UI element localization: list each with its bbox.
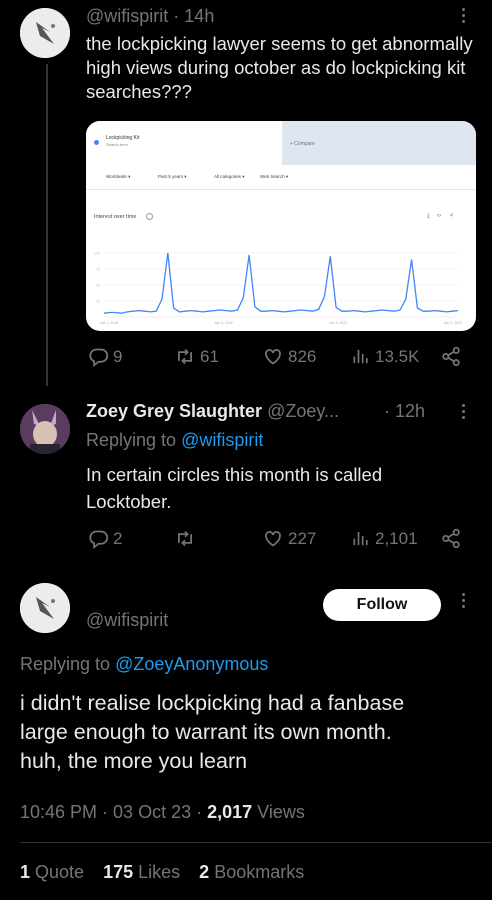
avatar-zoey[interactable] <box>20 404 70 454</box>
tweet2-views-button[interactable]: 2,101 <box>351 528 418 549</box>
avatar-image <box>20 583 70 633</box>
reply-icon <box>89 348 109 367</box>
tweet3-divider <box>20 842 492 843</box>
tweet2-text: In certain circles this month is called … <box>86 461 382 515</box>
avatar-wifispirit[interactable] <box>20 8 70 58</box>
tweet1-actions: 9 61 826 13.5K <box>0 346 492 372</box>
tweet2-text-line2: Locktober. <box>86 491 172 512</box>
tweet2-retweet-button[interactable] <box>174 528 200 549</box>
tweet3-text-line3: huh, the more you learn <box>20 749 248 773</box>
likes-stat[interactable]: 175 Likes <box>103 862 180 882</box>
quotes-label: Quote <box>30 862 85 882</box>
tweet1-share-button[interactable] <box>440 346 466 367</box>
trend-chart: 100 75 50 25 Oct 1, 2018 Apr 5, 2020 Oct 9, 20… <box>94 252 462 326</box>
tweet1-time[interactable]: · 14h <box>173 6 214 26</box>
tweet2-actions: 2 227 2,101 <box>0 528 492 554</box>
tweet2-like-button[interactable]: 227 <box>262 528 316 549</box>
tweet3-more-icon[interactable] <box>462 593 466 611</box>
tweet3-replying: Replying to @ZoeyAnonymous <box>20 654 268 675</box>
tweet3-text-line2: large enough to warrant its own month. <box>20 720 392 744</box>
share-nodes-icon <box>442 346 460 367</box>
avatar-image <box>20 8 70 58</box>
tweet3-views-count: 2,017 <box>207 802 253 822</box>
tweet2-views-count: 2,101 <box>375 528 418 548</box>
tweet3-replying-to[interactable]: @ZoeyAnonymous <box>115 654 268 674</box>
likes-label: Likes <box>133 862 181 882</box>
tweet1-trends-image[interactable]: Lockpicking Kit Search term + Compare Wo… <box>86 121 476 331</box>
tweet3-timestamp-row: 10:46 PM · 03 Oct 23 · 2,017 Views <box>20 802 305 823</box>
avatar-wifispirit-main[interactable] <box>20 583 70 633</box>
bookmarks-stat[interactable]: 2 Bookmarks <box>199 862 304 882</box>
tweet1-like-button[interactable]: 826 <box>262 346 316 367</box>
thread-line <box>46 64 48 386</box>
tweet2-more-icon[interactable] <box>462 404 466 422</box>
tweet1-handle[interactable]: @wifispirit <box>86 6 168 26</box>
y-tick-label: 25 <box>96 300 100 304</box>
x-tick-label: Apr 5, 2020 <box>215 321 233 325</box>
tweet2-display-name[interactable]: Zoey Grey Slaughter <box>86 401 262 421</box>
tweet3-handle[interactable]: @wifispirit <box>86 610 168 631</box>
x-tick-label: Oct 9, 2021 <box>329 321 347 325</box>
heart-icon <box>265 349 281 365</box>
tweet2-replying: Replying to @wifispirit <box>86 430 263 451</box>
series-line-lockpicking-kit <box>103 252 459 314</box>
tweet2-like-count: 227 <box>288 528 317 548</box>
tweet2-replying-to[interactable]: @wifispirit <box>181 430 263 450</box>
tweet2-reply-button[interactable]: 2 <box>88 528 122 549</box>
heart-icon <box>265 531 281 547</box>
tweet1-retweet-button[interactable]: 61 <box>174 346 219 367</box>
x-tick-label: Apr 2, 2023 <box>444 321 462 325</box>
y-tick-label: 75 <box>96 268 100 272</box>
tweet1-header: @wifispirit · 14h <box>86 6 214 27</box>
follow-button[interactable]: Follow <box>323 589 441 621</box>
tweet1-reply-count: 9 <box>113 346 123 366</box>
bookmarks-label: Bookmarks <box>209 862 305 882</box>
tweet2-replying-prefix: Replying to <box>86 430 182 450</box>
tweet3-replying-prefix: Replying to <box>20 654 116 674</box>
likes-count: 175 <box>103 862 134 882</box>
avatar-image <box>20 404 70 454</box>
bookmarks-count: 2 <box>199 862 210 882</box>
views-chart-icon <box>353 349 368 364</box>
y-tick-label: 100 <box>94 252 100 256</box>
share-nodes-icon <box>442 528 460 549</box>
tweet2-text-line1: In certain circles this month is called <box>86 464 383 485</box>
views-chart-icon <box>353 531 368 546</box>
quotes-count: 1 <box>20 862 31 882</box>
tweet1-views-count: 13.5K <box>375 346 420 366</box>
tweet2-header: Zoey Grey Slaughter @Zoey... <box>86 401 339 422</box>
reply-icon <box>89 530 109 549</box>
tweet3-timestamp[interactable]: 10:46 PM · 03 Oct 23 · <box>20 802 207 822</box>
tweet3-stats-row: 1 Quote 175 Likes 2 Bookmarks <box>20 862 304 883</box>
tweet1-reply-button[interactable]: 9 <box>88 346 122 367</box>
tweet1-more-icon[interactable] <box>462 8 466 26</box>
tweet1-text: the lockpicking lawyer seems to get abno… <box>86 33 473 102</box>
tweet3-text-line1: i didn't realise lockpicking had a fanba… <box>20 691 405 715</box>
tweet2-handle[interactable]: @Zoey... <box>267 401 339 421</box>
tweet2-time[interactable]: · 12h <box>384 401 425 422</box>
tweet3-views-label: Views <box>252 802 305 822</box>
tweet1-retweet-count: 61 <box>200 346 219 366</box>
retweet-icon <box>178 348 192 365</box>
x-tick-label: Oct 1, 2018 <box>100 321 118 325</box>
tweet1-views-button[interactable]: 13.5K <box>351 346 419 367</box>
y-tick-label: 50 <box>96 284 100 288</box>
tweet3-text: i didn't realise lockpicking had a fanba… <box>20 689 404 776</box>
quotes-stat[interactable]: 1 Quote <box>20 862 84 882</box>
retweet-icon <box>178 530 192 547</box>
tweet2-reply-count: 2 <box>113 528 123 548</box>
tweet2-share-button[interactable] <box>440 528 466 549</box>
tweet1-like-count: 826 <box>288 346 317 366</box>
